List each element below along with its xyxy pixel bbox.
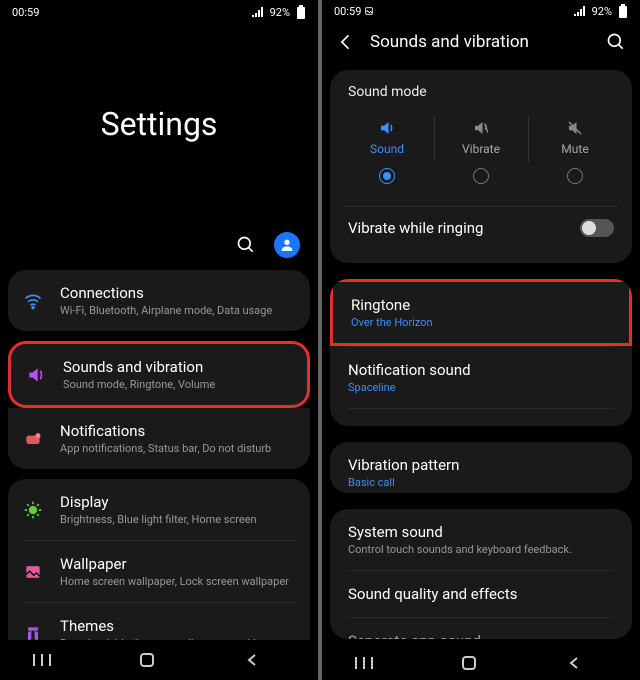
item-title: Connections	[60, 284, 296, 302]
item-title: Sounds and vibration	[63, 358, 293, 376]
row-ringtone[interactable]: Ringtone Over the Horizon	[330, 279, 632, 346]
nav-bar	[322, 647, 640, 680]
row-volume[interactable]: Volume	[330, 409, 632, 426]
row-vibration-pattern[interactable]: Vibration pattern Basic call	[330, 442, 632, 493]
vibrate-while-ringing[interactable]: Vibrate while ringing	[330, 207, 632, 249]
display-icon	[22, 499, 44, 521]
notifications-icon	[22, 428, 44, 450]
battery-pct: 92%	[270, 6, 290, 19]
settings-item-themes[interactable]: Themes Downloadable themes, wallpapers, …	[8, 603, 310, 640]
status-time: 00:59	[12, 6, 39, 19]
item-title: Notifications	[60, 422, 296, 440]
item-sub: Sound mode, Ringtone, Volume	[63, 378, 293, 391]
radio[interactable]	[567, 168, 583, 184]
row-separate-app-sound[interactable]: Separate app sound	[330, 618, 632, 639]
mode-mute[interactable]: Mute	[528, 112, 622, 190]
back-icon[interactable]	[336, 32, 356, 52]
radio[interactable]	[379, 168, 395, 184]
vibrate-icon	[434, 118, 528, 138]
item-sub: Wi-Fi, Bluetooth, Airplane mode, Data us…	[60, 304, 296, 317]
toggle[interactable]	[580, 219, 614, 237]
settings-item-wallpaper[interactable]: Wallpaper Home screen wallpaper, Lock sc…	[8, 541, 310, 602]
settings-screen: 00:59 92% Settings Connections Wi-Fi, Bl…	[0, 0, 318, 680]
settings-item-sounds[interactable]: Sounds and vibration Sound mode, Rington…	[11, 344, 307, 405]
item-sub: App notifications, Status bar, Do not di…	[60, 442, 296, 455]
sounds-screen: 00:59 92% Sounds and vibration Sound mod…	[322, 0, 640, 680]
settings-item-connections[interactable]: Connections Wi-Fi, Bluetooth, Airplane m…	[8, 270, 310, 331]
screenshot-icon	[364, 6, 374, 16]
page-title-area: Settings	[0, 24, 318, 224]
account-avatar[interactable]	[274, 232, 300, 258]
row-system-sound[interactable]: System sound Control touch sounds and ke…	[330, 509, 632, 570]
sound-mode-section: Sound mode Sound Vibrate Mute	[330, 70, 632, 263]
item-title: Wallpaper	[60, 555, 296, 573]
status-time: 00:59	[334, 5, 374, 18]
wifi-icon	[22, 290, 44, 312]
item-sub: Brightness, Blue light filter, Home scre…	[60, 513, 296, 526]
nav-bar	[0, 640, 318, 680]
themes-icon	[22, 623, 44, 641]
home-button[interactable]	[139, 652, 179, 668]
mute-icon	[528, 118, 622, 138]
section-title: Sound mode	[330, 84, 632, 112]
search-icon[interactable]	[236, 235, 256, 255]
sound-icon	[25, 364, 47, 386]
mode-sound[interactable]: Sound	[340, 112, 434, 190]
item-title: Display	[60, 493, 296, 511]
item-title: Themes	[60, 617, 296, 635]
item-sub: Home screen wallpaper, Lock screen wallp…	[60, 575, 296, 588]
status-bar: 00:59 92%	[322, 0, 640, 22]
search-icon[interactable]	[606, 32, 626, 52]
row-sound-quality[interactable]: Sound quality and effects	[330, 571, 632, 617]
wallpaper-icon	[22, 561, 44, 583]
radio[interactable]	[473, 168, 489, 184]
back-button[interactable]	[567, 656, 607, 670]
recents-button[interactable]	[33, 653, 73, 667]
status-bar: 00:59 92%	[0, 0, 318, 24]
header-title: Sounds and vibration	[370, 32, 592, 52]
row-notification-sound[interactable]: Notification sound Spaceline	[330, 347, 632, 408]
home-button[interactable]	[461, 655, 501, 671]
item-sub: Downloadable themes, wallpapers, and ico…	[60, 637, 296, 640]
recents-button[interactable]	[355, 656, 395, 670]
battery-pct: 92%	[592, 5, 612, 18]
sound-icon	[340, 118, 434, 138]
settings-item-notifications[interactable]: Notifications App notifications, Status …	[8, 408, 310, 469]
page-title: Settings	[101, 105, 218, 143]
signal-icon	[574, 6, 586, 16]
back-button[interactable]	[245, 653, 285, 667]
settings-item-display[interactable]: Display Brightness, Blue light filter, H…	[8, 479, 310, 540]
signal-icon	[252, 7, 264, 17]
battery-icon	[296, 5, 306, 19]
mode-vibrate[interactable]: Vibrate	[434, 112, 528, 190]
battery-icon	[618, 4, 628, 18]
